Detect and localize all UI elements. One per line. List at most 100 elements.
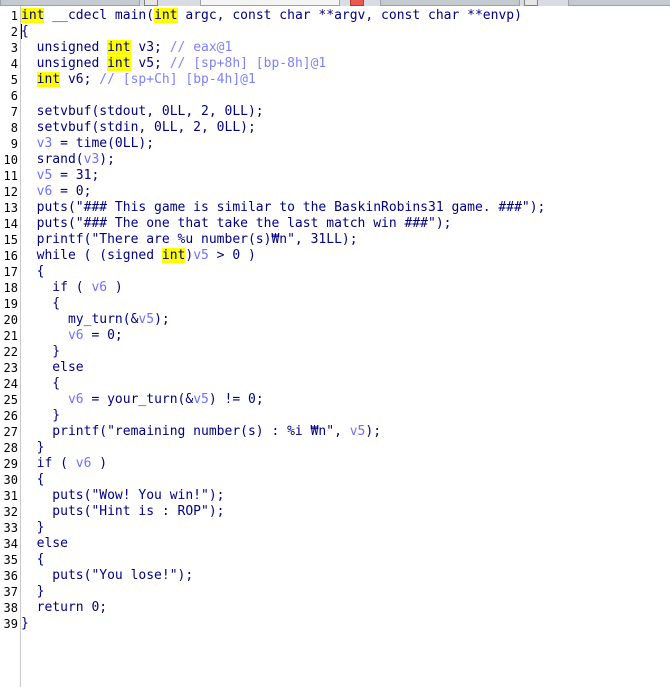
code-token[interactable]: } <box>21 616 29 631</box>
code-text[interactable]: puts("Hint is : ROP"); <box>21 504 224 520</box>
variable-token[interactable]: v3 <box>37 136 53 151</box>
code-text[interactable]: int __cdecl main(int argc, const char **… <box>21 8 522 24</box>
code-text[interactable]: puts("Wow! You win!"); <box>21 488 224 504</box>
code-token[interactable]: } <box>21 520 45 535</box>
pseudocode-view[interactable]: 1 int __cdecl main(int argc, const char *… <box>0 8 670 632</box>
code-token[interactable]: return 0; <box>21 600 107 615</box>
variable-token[interactable]: v5 <box>193 392 209 407</box>
variable-token[interactable]: v6 <box>68 328 84 343</box>
code-text[interactable]: { <box>21 24 29 40</box>
code-token[interactable]: ); <box>365 424 381 439</box>
code-line[interactable]: 6 <box>0 88 670 104</box>
code-text[interactable]: while ( (signed int)v5 > 0 ) <box>21 248 256 264</box>
code-token[interactable]: if ( <box>21 280 91 295</box>
variable-token[interactable]: v6 <box>76 456 92 471</box>
code-line[interactable]: 36 puts("You lose!"); <box>0 568 670 584</box>
variable-token[interactable]: v5 <box>350 424 366 439</box>
code-text[interactable]: srand(v3); <box>21 152 115 168</box>
code-line[interactable]: 29 if ( v6 ) <box>0 456 670 472</box>
code-line[interactable]: 1 int __cdecl main(int argc, const char *… <box>0 8 670 24</box>
code-text[interactable]: else <box>21 360 83 376</box>
code-text[interactable]: puts("### This game is similar to the Ba… <box>21 200 546 216</box>
code-line[interactable]: 5 int v6; // [sp+Ch] [bp-4h]@1 <box>0 72 670 88</box>
code-token[interactable]: ); <box>154 312 170 327</box>
code-line[interactable]: 13 puts("### This game is similar to the… <box>0 200 670 216</box>
code-text[interactable]: } <box>21 520 45 536</box>
code-token[interactable]: unsigned <box>21 56 107 71</box>
code-token[interactable]: else <box>21 536 68 551</box>
code-text[interactable]: printf("remaining number(s) : %i ₩n", v5… <box>21 424 381 440</box>
code-line[interactable]: 15 printf("There are %u number(s)₩n", 31… <box>0 232 670 248</box>
code-token[interactable] <box>21 184 37 199</box>
code-line[interactable]: 23 else <box>0 360 670 376</box>
code-line[interactable]: 2{ <box>0 24 670 40</box>
code-token[interactable] <box>21 392 68 407</box>
keyword-highlight[interactable]: int <box>21 8 45 23</box>
code-line[interactable]: 21 v6 = 0; <box>0 328 670 344</box>
code-token[interactable]: = your_turn(& <box>84 392 193 407</box>
code-line[interactable]: 25 v6 = your_turn(&v5) != 0; <box>0 392 670 408</box>
code-text[interactable]: } <box>21 584 45 600</box>
code-token[interactable]: my_turn(& <box>21 312 138 327</box>
code-token[interactable]: } <box>21 408 60 423</box>
comment-token[interactable]: // eax@1 <box>170 40 233 55</box>
code-token[interactable]: puts("Hint is : ROP"); <box>21 504 224 519</box>
tab-close-icon[interactable] <box>144 0 158 6</box>
code-token[interactable]: { <box>21 472 45 487</box>
code-token[interactable]: = 0; <box>84 328 122 343</box>
code-line[interactable]: 31 puts("Wow! You win!"); <box>0 488 670 504</box>
code-token[interactable]: __cdecl main( <box>44 8 154 23</box>
code-text[interactable]: } <box>21 408 60 424</box>
code-line[interactable]: 28 } <box>0 440 670 456</box>
code-line[interactable]: 38 return 0; <box>0 600 670 616</box>
code-token[interactable]: { <box>21 264 45 279</box>
code-token[interactable]: v3; <box>131 40 170 55</box>
code-token[interactable]: puts("### The one that take the last mat… <box>21 216 452 231</box>
code-line[interactable]: 35 { <box>0 552 670 568</box>
code-token[interactable]: > 0 ) <box>209 248 256 263</box>
code-line[interactable]: 26 } <box>0 408 670 424</box>
code-line[interactable]: 11 v5 = 31; <box>0 168 670 184</box>
code-line[interactable]: 7 setvbuf(stdout, 0LL, 2, 0LL); <box>0 104 670 120</box>
code-line[interactable]: 10 srand(v3); <box>0 152 670 168</box>
code-text[interactable]: unsigned int v5; // [sp+8h] [bp-8h]@1 <box>21 56 326 72</box>
code-text[interactable]: { <box>21 472 45 488</box>
code-text[interactable]: my_turn(&v5); <box>21 312 170 328</box>
code-token[interactable] <box>21 136 37 151</box>
tab-hex-view[interactable] <box>380 0 520 6</box>
code-text[interactable]: } <box>21 440 45 456</box>
variable-token[interactable]: v6 <box>91 280 107 295</box>
code-text[interactable]: { <box>21 376 60 392</box>
variable-token[interactable]: v5 <box>37 168 53 183</box>
code-token[interactable]: puts("You lose!"); <box>21 568 193 583</box>
code-line[interactable]: 19 { <box>0 296 670 312</box>
variable-token[interactable]: v5 <box>138 312 154 327</box>
code-text[interactable]: printf("There are %u number(s)₩n", 31LL)… <box>21 232 358 248</box>
code-token[interactable]: ) <box>91 456 107 471</box>
code-line[interactable]: 27 printf("remaining number(s) : %i ₩n",… <box>0 424 670 440</box>
code-token[interactable] <box>21 168 37 183</box>
code-text[interactable]: } <box>21 344 60 360</box>
code-text[interactable]: { <box>21 296 60 312</box>
code-token[interactable]: unsigned <box>21 40 107 55</box>
code-text[interactable]: if ( v6 ) <box>21 280 122 296</box>
code-text[interactable]: v5 = 31; <box>21 168 100 184</box>
code-text[interactable]: unsigned int v3; // eax@1 <box>21 40 232 56</box>
code-text[interactable]: v6 = 0; <box>21 328 123 344</box>
code-token[interactable]: v5; <box>131 56 170 71</box>
code-line[interactable]: 3 unsigned int v3; // eax@1 <box>0 40 670 56</box>
code-text[interactable]: int v6; // [sp+Ch] [bp-4h]@1 <box>21 72 256 88</box>
tab-ida-view[interactable] <box>0 0 140 6</box>
code-line[interactable]: 14 puts("### The one that take the last … <box>0 216 670 232</box>
code-token[interactable]: setvbuf(stdout, 0LL, 2, 0LL); <box>21 104 264 119</box>
code-token[interactable]: printf("remaining number(s) : %i ₩n", <box>21 424 350 439</box>
code-token[interactable]: = 0; <box>52 184 91 199</box>
code-text[interactable]: puts("### The one that take the last mat… <box>21 216 452 232</box>
code-token[interactable]: puts("Wow! You win!"); <box>21 488 224 503</box>
code-token[interactable]: } <box>21 344 60 359</box>
code-line[interactable]: 8 setvbuf(stdin, 0LL, 2, 0LL); <box>0 120 670 136</box>
code-line[interactable]: 16 while ( (signed int)v5 > 0 ) <box>0 248 670 264</box>
code-line[interactable]: 20 my_turn(&v5); <box>0 312 670 328</box>
keyword-highlight[interactable]: int <box>161 248 186 263</box>
code-token[interactable]: ) != 0; <box>209 392 264 407</box>
